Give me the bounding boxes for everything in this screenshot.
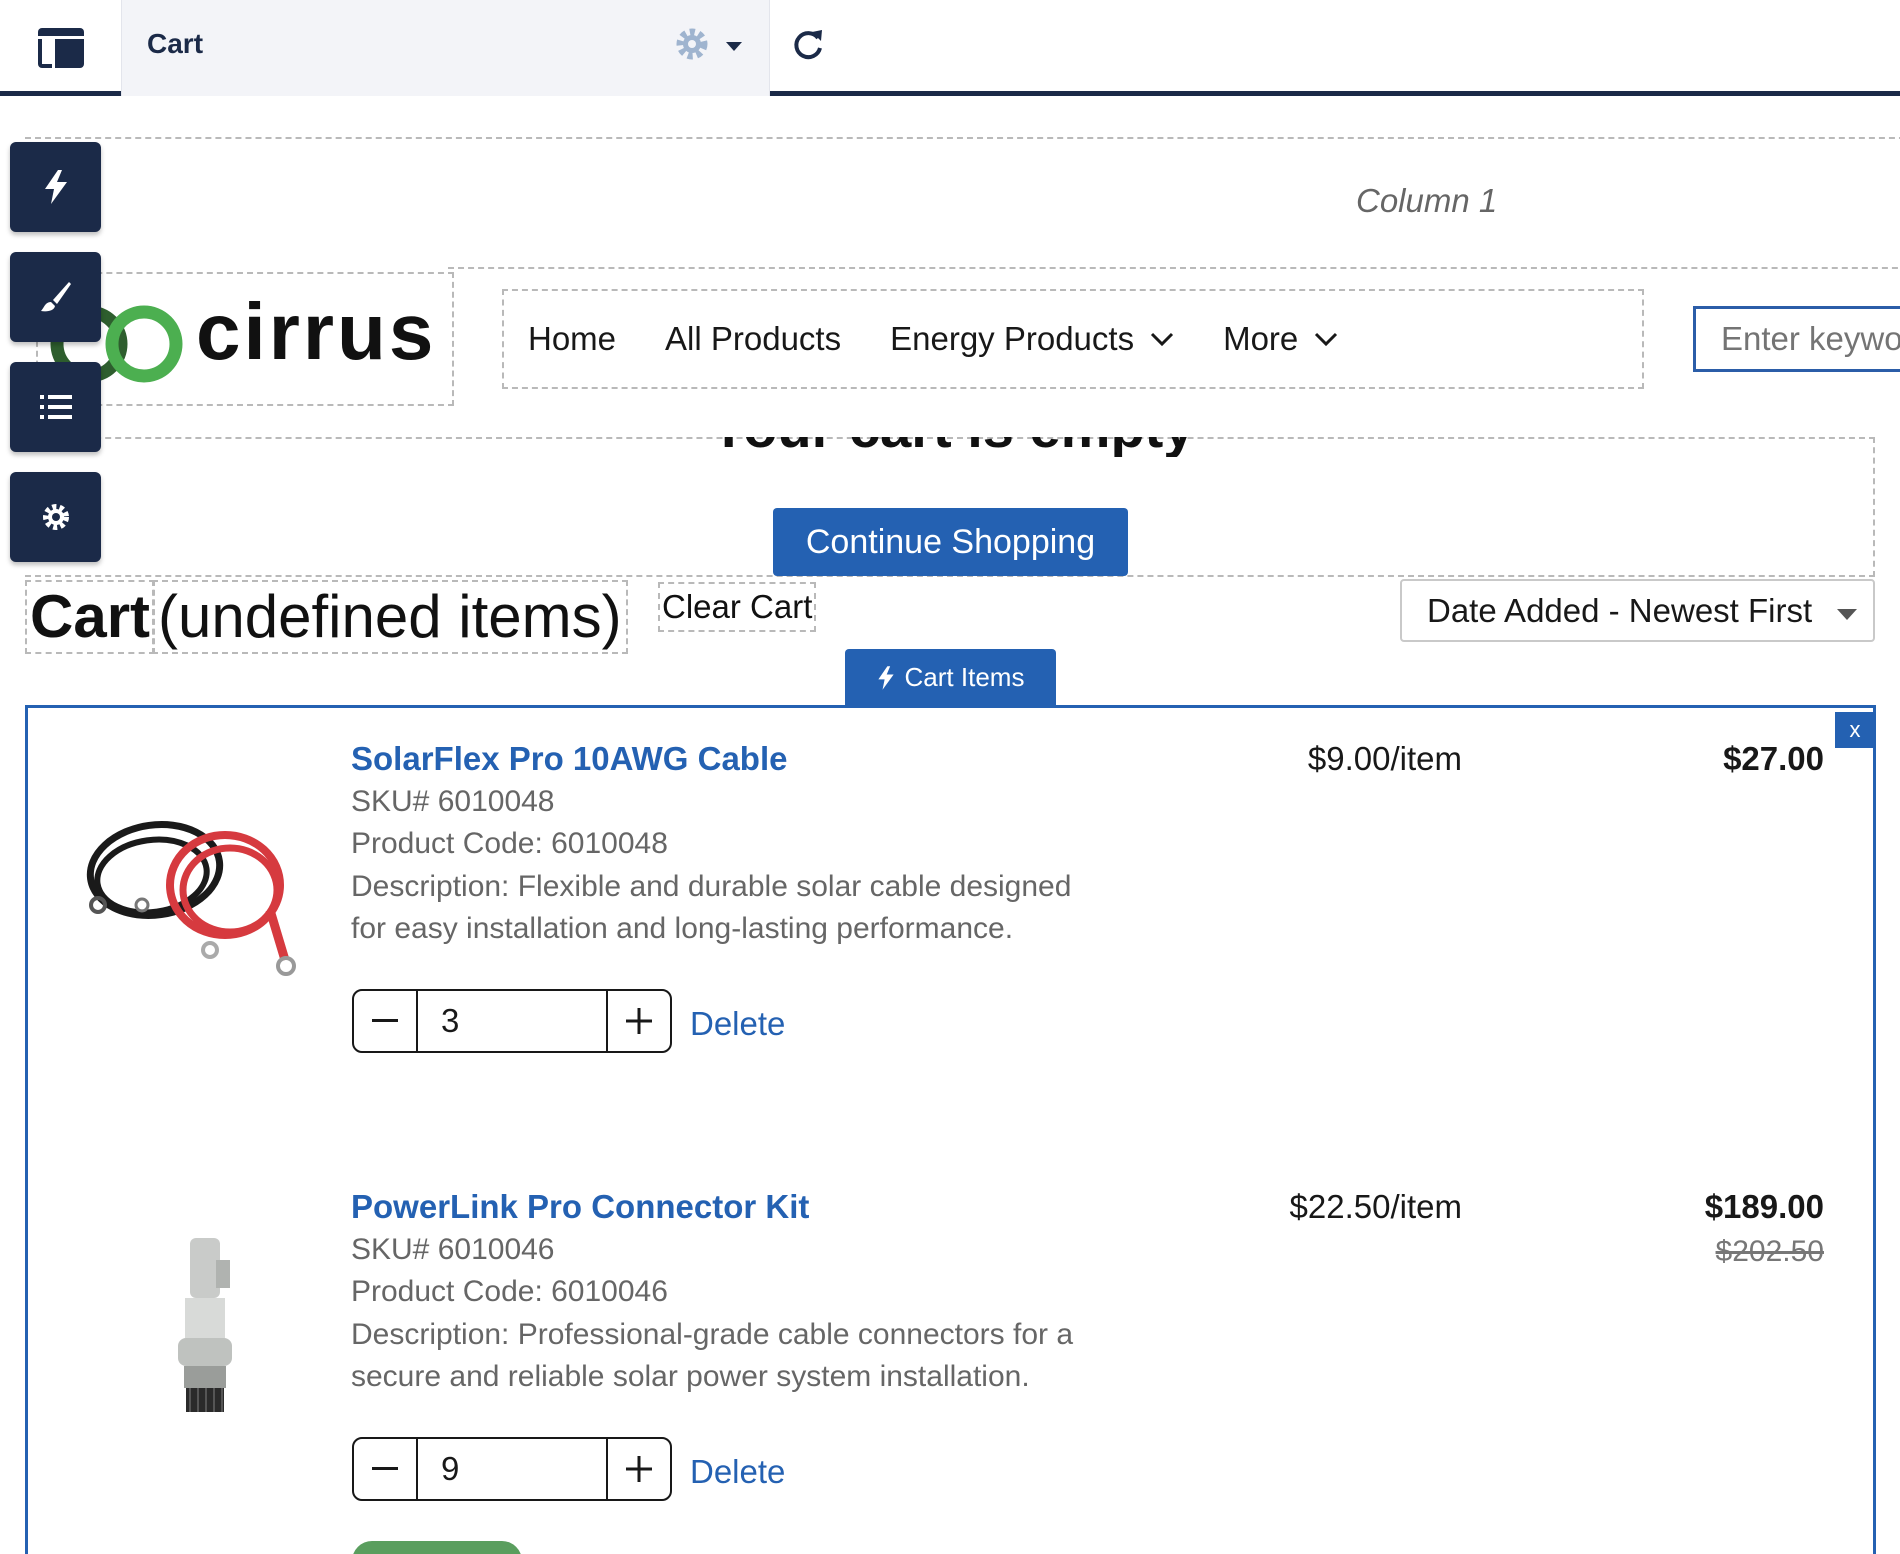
line-total: $27.00 — [1723, 740, 1824, 777]
plus-icon — [626, 1008, 652, 1034]
product-name-link[interactable]: PowerLink Pro Connector Kit — [351, 1188, 809, 1226]
refresh-icon — [794, 30, 822, 60]
delete-item-link[interactable]: Delete — [690, 1453, 785, 1491]
increase-quantity-button[interactable] — [606, 1437, 672, 1501]
product-description: Description: Professional-grade cable co… — [351, 1318, 1074, 1393]
nav-item-label: Energy Products — [890, 320, 1135, 357]
decrease-quantity-button[interactable] — [352, 989, 418, 1053]
unit-price: $22.50/item — [1289, 1188, 1462, 1225]
settings-gear-icon — [42, 504, 69, 530]
quantity-input[interactable]: 9 — [416, 1437, 608, 1501]
list-icon — [39, 395, 72, 419]
nav-item-label: Home — [528, 320, 617, 357]
decrease-quantity-button[interactable] — [352, 1437, 418, 1501]
partial-green-button[interactable] — [352, 1541, 522, 1554]
product-sku: SKU# 6010046 — [351, 1233, 555, 1266]
lightning-icon — [877, 665, 894, 690]
quantity-input[interactable]: 3 — [416, 989, 608, 1053]
product-code: Product Code: 6010046 — [351, 1275, 668, 1308]
section-top-boundary — [25, 137, 1900, 141]
page-structure-tool-button[interactable] — [10, 362, 101, 452]
quantity-stepper: 9 — [352, 1437, 672, 1501]
search-placeholder: Enter keywo — [1721, 320, 1900, 357]
product-name-link[interactable]: SolarFlex Pro 10AWG Cable — [351, 740, 787, 778]
increase-quantity-button[interactable] — [606, 989, 672, 1053]
page-selector[interactable]: Cart — [121, 0, 770, 96]
clear-cart-button[interactable]: Clear Cart — [658, 582, 817, 632]
nav-item-label: More — [1223, 320, 1299, 357]
components-tool-button[interactable] — [10, 142, 101, 232]
solar-cable-product-image — [86, 821, 296, 976]
nav-item-home[interactable]: Home — [528, 320, 616, 358]
cart-item-count: (undefined items) — [152, 580, 628, 654]
connector-kit-product-image — [178, 1238, 232, 1412]
chevron-down-icon — [1315, 332, 1338, 347]
continue-shopping-button[interactable]: Continue Shopping — [773, 508, 1128, 576]
product-code: Product Code: 6010048 — [351, 827, 668, 860]
minus-icon — [372, 1019, 398, 1022]
settings-tool-button[interactable] — [10, 472, 101, 562]
refresh-button[interactable] — [790, 26, 826, 67]
delete-item-link[interactable]: Delete — [690, 1005, 785, 1043]
chevron-down-icon[interactable] — [726, 42, 742, 51]
original-line-total: $202.50 — [1715, 1235, 1824, 1268]
plus-icon — [626, 1456, 652, 1482]
panel-layout-icon — [37, 28, 84, 68]
logo-text: cirrus — [196, 287, 437, 376]
cart-title: Cart — [25, 580, 156, 654]
main-navigation: Home All Products Energy Products More — [502, 289, 1644, 389]
page-settings-button[interactable] — [672, 24, 712, 69]
chevron-down-icon — [1837, 609, 1857, 620]
close-component-button[interactable]: x — [1835, 712, 1875, 748]
line-total: $189.00 — [1704, 1188, 1824, 1225]
lightning-icon — [44, 170, 67, 204]
empty-cart-message: Your cart is empty — [710, 437, 1194, 457]
search-input[interactable]: Enter keywo — [1693, 306, 1900, 372]
cart-items-component-label[interactable]: Cart Items — [845, 649, 1056, 706]
column-label: Column 1 — [1356, 182, 1498, 219]
product-sku: SKU# 6010048 — [351, 785, 555, 818]
paint-brush-icon — [40, 282, 71, 312]
page-title: Cart — [147, 28, 204, 59]
sort-select[interactable]: Date Added - Newest First — [1400, 579, 1875, 642]
header-region-boundary — [448, 267, 1900, 271]
nav-item-label: All Products — [665, 320, 842, 357]
empty-cart-message-clip: Your cart is empty — [560, 437, 1260, 457]
builder-toolbar: Cart — [0, 0, 1900, 96]
panel-layout-button[interactable] — [0, 0, 121, 96]
minus-icon — [372, 1467, 398, 1470]
quantity-stepper: 3 — [352, 989, 672, 1053]
nav-item-more[interactable]: More — [1223, 320, 1338, 358]
gear-icon — [676, 28, 708, 60]
theme-tool-button[interactable] — [10, 252, 101, 342]
unit-price: $9.00/item — [1307, 740, 1462, 777]
nav-item-energy-products[interactable]: Energy Products — [890, 320, 1174, 358]
sort-selected-value: Date Added - Newest First — [1427, 591, 1813, 629]
chevron-down-icon — [1151, 332, 1174, 347]
product-description: Description: Flexible and durable solar … — [351, 870, 1072, 945]
nav-item-all-products[interactable]: All Products — [665, 320, 841, 358]
component-label-text: Cart Items — [904, 662, 1025, 692]
